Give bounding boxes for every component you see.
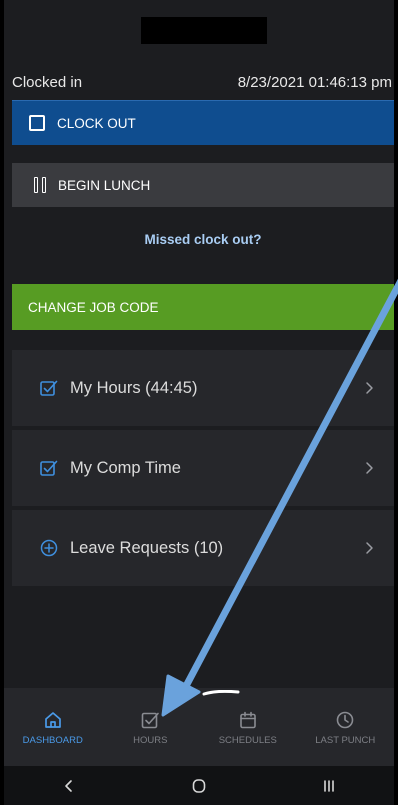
system-nav-bar xyxy=(4,766,394,805)
begin-lunch-button[interactable]: BEGIN LUNCH xyxy=(12,163,394,207)
checkbox-icon xyxy=(141,712,160,729)
clock-datetime: 8/23/2021 01:46:13 pm xyxy=(237,73,392,91)
list-item-my-hours[interactable]: My Hours (44:45) xyxy=(12,350,394,426)
app-screen: Clocked in 8/23/2021 01:46:13 pm CLOCK O… xyxy=(4,0,394,805)
bottom-nav: DASHBOARD HOURS SCHEDULES LAST PUNCH xyxy=(4,688,394,766)
nav-schedules[interactable]: SCHEDULES xyxy=(199,688,297,766)
checkbox-empty-icon xyxy=(29,115,45,131)
plus-circle-icon xyxy=(40,539,58,557)
checkbox-icon xyxy=(40,460,58,476)
checkbox-icon xyxy=(40,380,58,396)
redacted-area xyxy=(141,17,267,44)
list-item-label: My Comp Time xyxy=(70,458,181,477)
back-icon[interactable] xyxy=(61,778,77,794)
change-job-code-button[interactable]: CHANGE JOB CODE xyxy=(12,284,394,330)
nav-label: LAST PUNCH xyxy=(315,735,376,746)
clock-status-label: Clocked in xyxy=(12,73,83,91)
recent-apps-icon[interactable] xyxy=(321,778,337,794)
chevron-right-icon xyxy=(366,382,373,394)
begin-lunch-label: BEGIN LUNCH xyxy=(58,177,151,193)
nav-dashboard[interactable]: DASHBOARD xyxy=(4,688,102,766)
list-item-label: My Hours (44:45) xyxy=(70,378,198,397)
chevron-right-icon xyxy=(366,462,373,474)
home-icon xyxy=(44,712,61,728)
clock-status-row: Clocked in 8/23/2021 01:46:13 pm xyxy=(12,72,392,92)
missed-clock-out-link[interactable]: Missed clock out? xyxy=(12,232,394,247)
nav-hours[interactable]: HOURS xyxy=(102,688,200,766)
clock-icon xyxy=(336,711,354,729)
home-button-icon[interactable] xyxy=(191,778,207,794)
calendar-icon xyxy=(239,711,256,729)
list-item-leave-requests[interactable]: Leave Requests (10) xyxy=(12,510,394,586)
change-job-code-label: CHANGE JOB CODE xyxy=(28,299,159,315)
nav-label: DASHBOARD xyxy=(22,735,83,746)
chevron-right-icon xyxy=(366,542,373,554)
swipe-stroke-mark xyxy=(202,690,240,696)
status-bar xyxy=(4,0,394,58)
nav-label: HOURS xyxy=(133,735,168,746)
list-item-my-comp-time[interactable]: My Comp Time xyxy=(12,430,394,506)
nav-label: SCHEDULES xyxy=(218,735,277,746)
nav-last-punch[interactable]: LAST PUNCH xyxy=(297,688,395,766)
pause-icon xyxy=(34,177,46,193)
clock-out-button[interactable]: CLOCK OUT xyxy=(12,100,394,145)
list-item-label: Leave Requests (10) xyxy=(70,538,224,557)
clock-out-label: CLOCK OUT xyxy=(57,115,136,131)
